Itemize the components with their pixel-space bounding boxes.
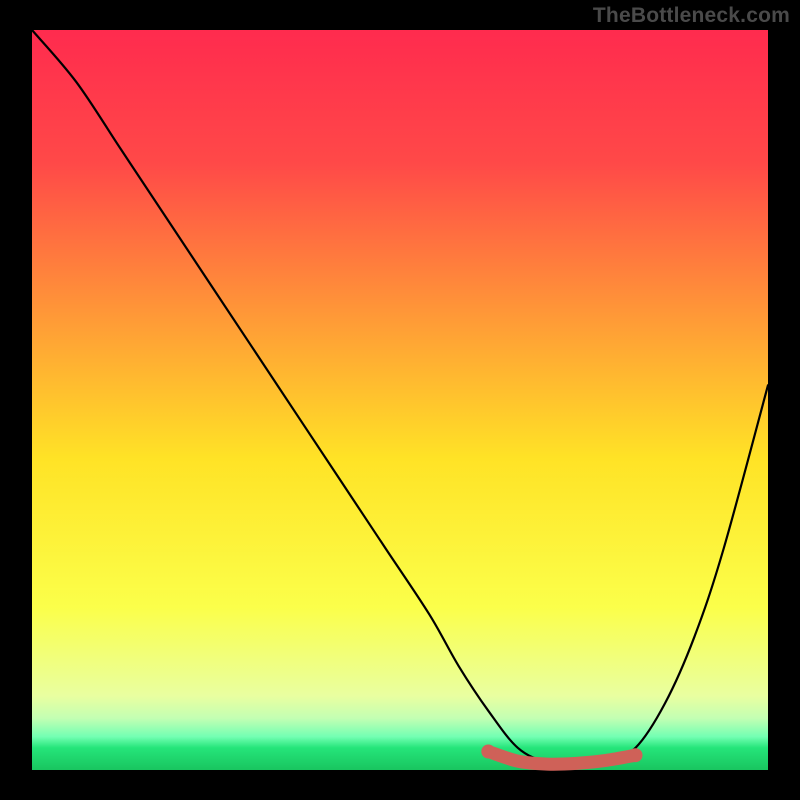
chart-canvas [0,0,800,800]
highlight-dot-1 [481,745,495,759]
plot-background [32,30,768,770]
chart-frame: TheBottleneck.com [0,0,800,800]
highlight-dot-0 [629,748,643,762]
watermark-text: TheBottleneck.com [593,4,790,28]
